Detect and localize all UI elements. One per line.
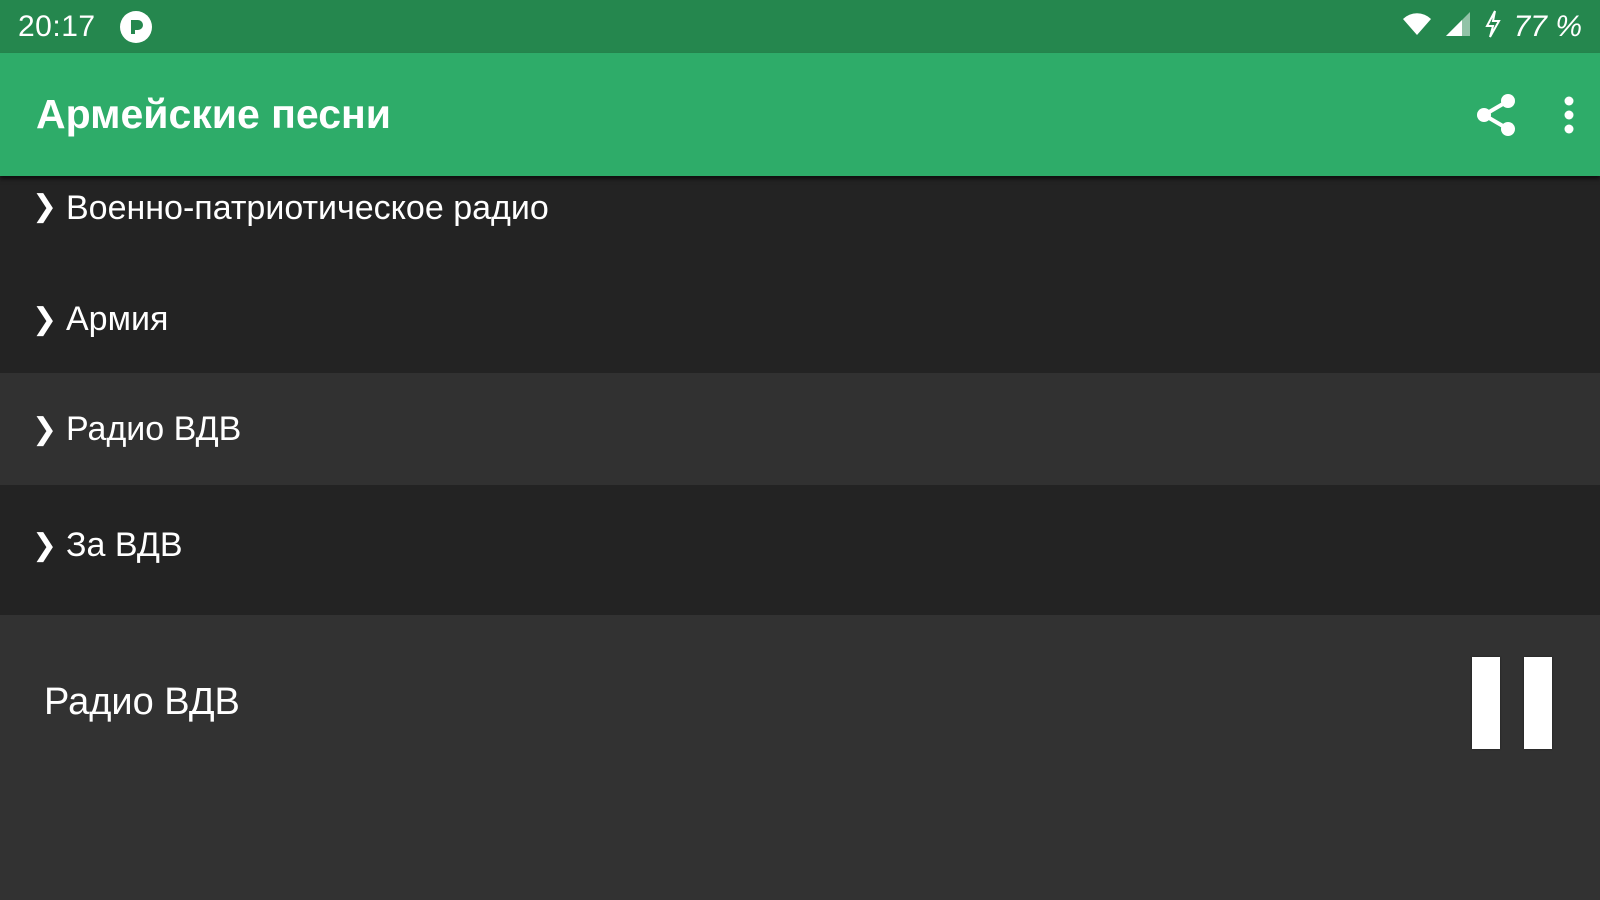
station-item-army[interactable]: ❯ Армия <box>0 261 1600 373</box>
station-label: Военно-патриотическое радио <box>66 189 549 227</box>
wifi-icon <box>1402 12 1432 41</box>
notification-app-icon <box>119 10 152 43</box>
chevron-right-icon: ❯ <box>32 190 58 223</box>
station-label: Армия <box>66 299 169 338</box>
station-item-radio-vdv[interactable]: ❯ Радио ВДВ <box>0 373 1600 485</box>
station-item-za-vdv[interactable]: ❯ За ВДВ <box>0 485 1600 615</box>
player-panel: Радио ВДВ <box>0 615 1600 900</box>
status-time: 20:17 <box>18 9 96 43</box>
cellular-signal-icon <box>1444 11 1472 42</box>
chevron-right-icon: ❯ <box>32 412 58 446</box>
now-playing-title: Радио ВДВ <box>44 681 240 723</box>
app-bar: Армейские песни <box>0 53 1600 176</box>
share-button[interactable] <box>1474 92 1518 138</box>
overflow-menu-button[interactable] <box>1562 95 1576 135</box>
station-list: ❯ Военно-патриотическое радио ❯ Армия ❯ … <box>0 176 1600 615</box>
charging-icon <box>1484 10 1502 43</box>
station-item-military-patriotic-radio[interactable]: ❯ Военно-патриотическое радио <box>0 176 1600 261</box>
chevron-right-icon: ❯ <box>32 302 58 336</box>
chevron-right-icon: ❯ <box>32 528 58 562</box>
battery-percent: 77 % <box>1513 9 1582 43</box>
app-bar-actions <box>1474 53 1576 176</box>
more-vert-icon <box>1564 96 1574 133</box>
status-left: 20:17 <box>18 10 152 44</box>
station-label: За ВДВ <box>66 525 183 564</box>
app-title: Армейские песни <box>36 91 391 137</box>
share-icon <box>1477 93 1515 136</box>
status-bar: 20:17 77 % <box>0 0 1600 53</box>
pause-button[interactable] <box>1470 657 1554 751</box>
status-right: 77 % <box>1402 10 1582 44</box>
station-label: Радио ВДВ <box>66 409 242 448</box>
